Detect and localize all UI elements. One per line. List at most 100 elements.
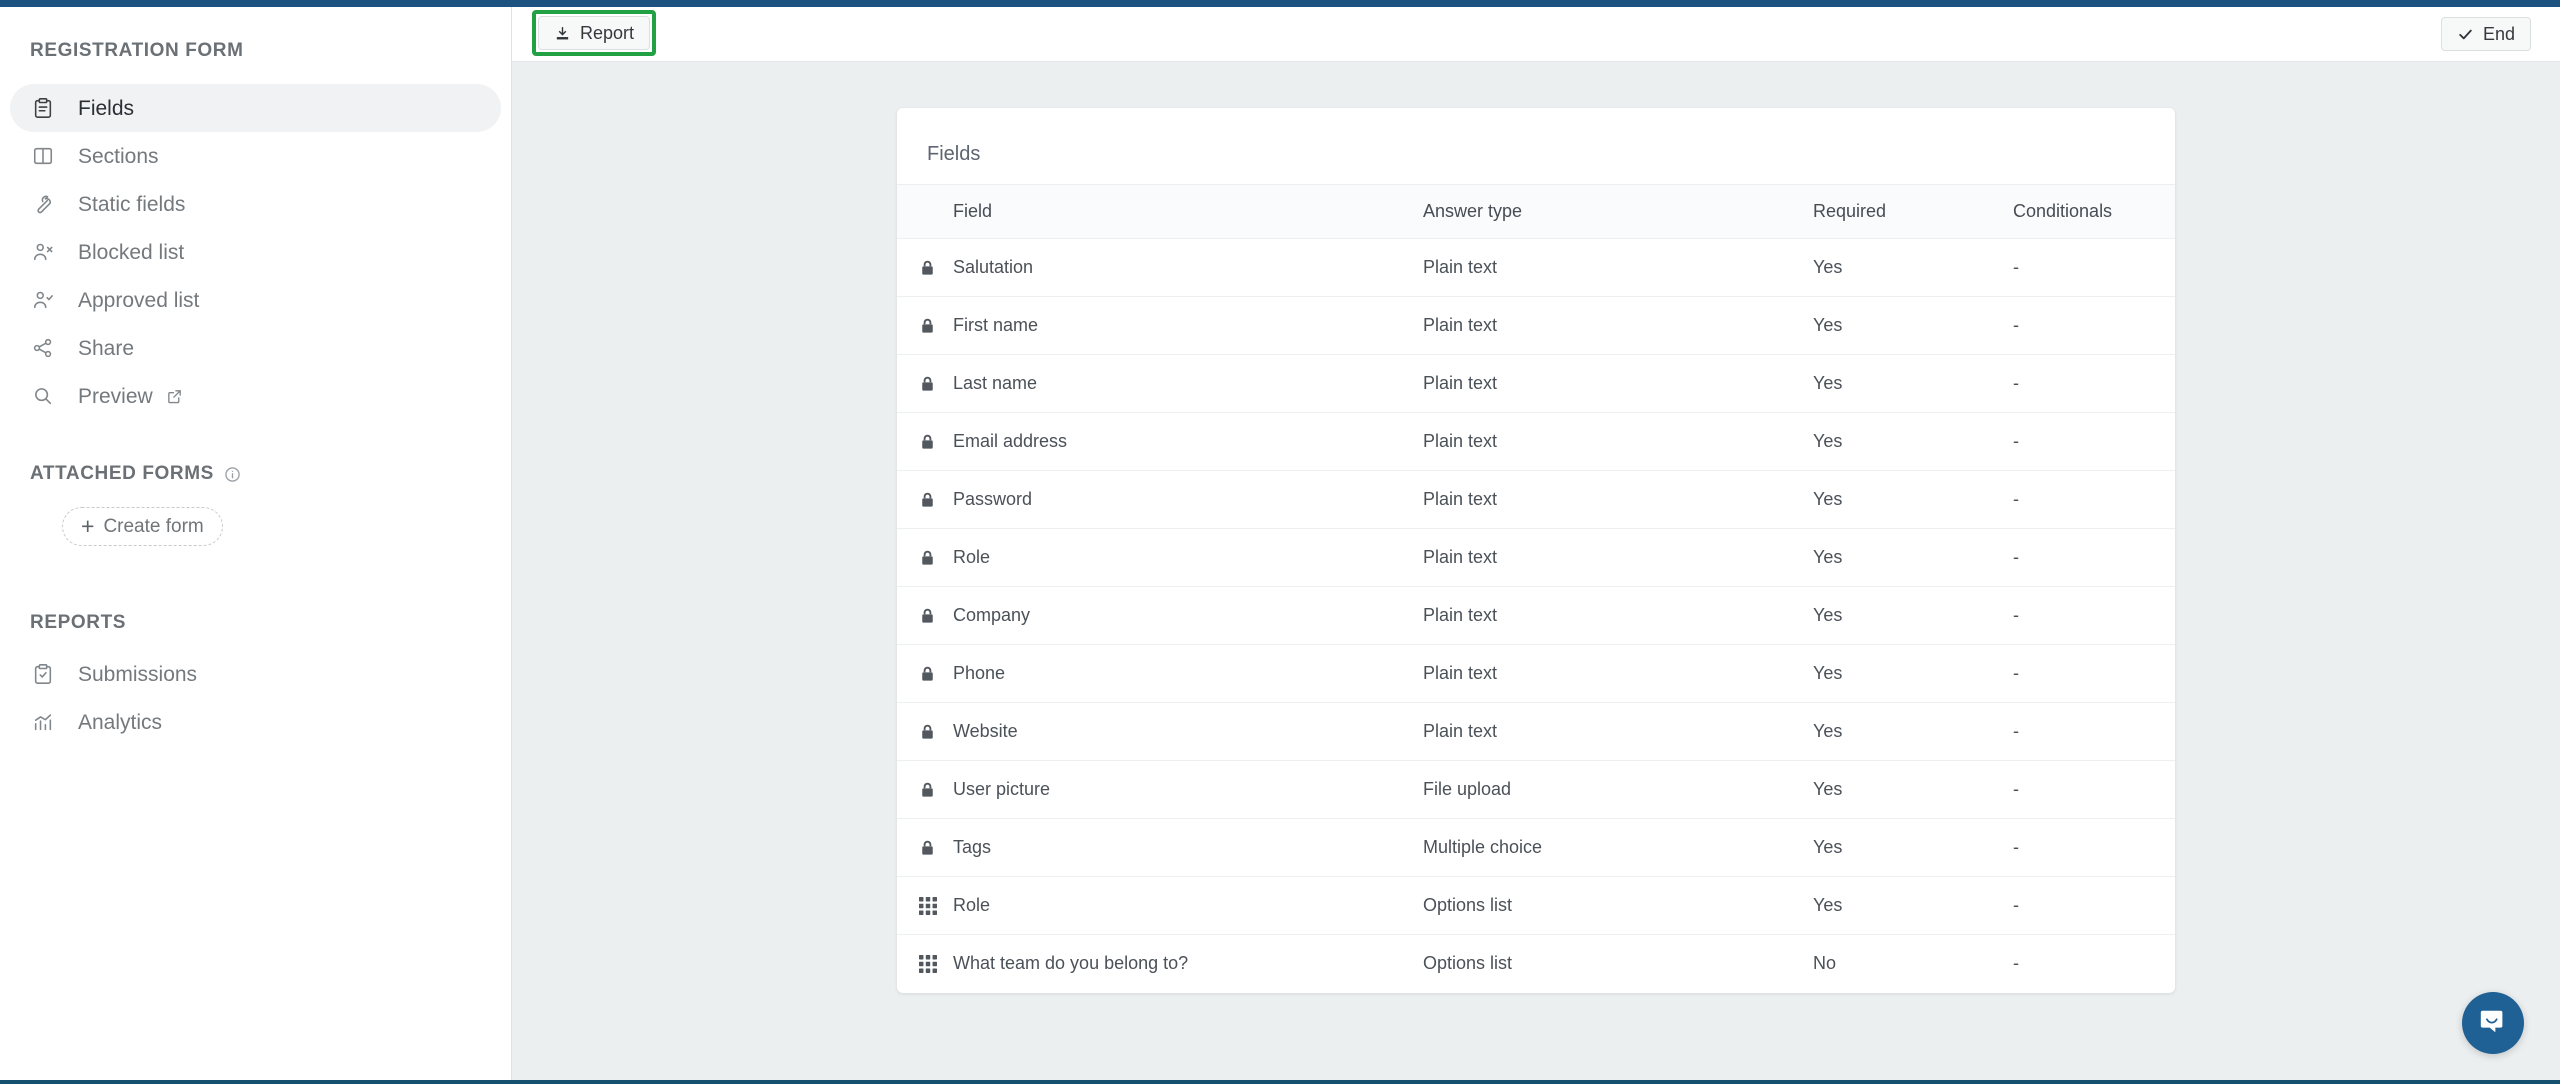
table-row[interactable]: Email address Plain text Yes - — [897, 412, 2175, 471]
sidebar-item-approved-list[interactable]: Approved list — [10, 276, 501, 324]
grid-icon — [919, 954, 953, 973]
lock-icon — [919, 548, 953, 568]
cell-conditionals: - — [2013, 760, 2175, 819]
cell-required: No — [1813, 953, 1837, 974]
cell-required: Yes — [1813, 586, 2013, 645]
sidebar-item-label: Approved list — [78, 288, 200, 312]
clipboard-check-icon — [30, 661, 56, 687]
sidebar-item-submissions[interactable]: Submissions — [10, 650, 501, 698]
cell-answer-type: Plain text — [1423, 586, 1813, 645]
reports-nav: Submissions Analytics — [0, 650, 511, 746]
table-row[interactable]: First name Plain text Yes - — [897, 296, 2175, 355]
cell-conditionals: - — [2013, 953, 2019, 974]
sidebar-item-sections[interactable]: Sections — [10, 132, 501, 180]
cell-conditionals: - — [2013, 528, 2175, 587]
cell-field: Company — [953, 586, 1423, 645]
table-row[interactable]: Tags Multiple choice Yes - — [897, 818, 2175, 877]
cell-conditionals: - — [2013, 296, 2175, 355]
page-title: REGISTRATION FORM — [30, 40, 244, 61]
sidebar-item-label: Blocked list — [78, 240, 185, 264]
cell-field-type-icon — [897, 470, 953, 529]
reports-heading-row: REPORTS — [0, 612, 511, 634]
wrench-icon — [30, 191, 56, 217]
cell-conditionals: - — [2013, 238, 2175, 297]
table-row[interactable]: Role Options list Yes - — [897, 876, 2175, 935]
sidebar-item-share[interactable]: Share — [10, 324, 501, 372]
cell-required: Yes — [1813, 818, 2013, 877]
cell-field-type-icon — [897, 354, 953, 413]
cell-required: Yes — [1813, 528, 2013, 587]
cell-conditionals: - — [2013, 818, 2175, 877]
column-header-conditionals[interactable]: Conditionals — [2013, 184, 2175, 239]
attached-forms-heading-row: ATTACHED FORMS — [0, 463, 511, 485]
cell-conditionals: - — [2013, 412, 2175, 471]
table-header-row: Field Answer type Required Conditionals — [897, 184, 2175, 239]
cell-field: Last name — [953, 354, 1423, 413]
clipboard-icon — [30, 95, 56, 121]
cell-required: Yes — [1813, 760, 2013, 819]
end-button-label: End — [2482, 23, 2515, 44]
table-row[interactable]: Salutation Plain text Yes - — [897, 238, 2175, 297]
end-button[interactable]: End — [2440, 17, 2531, 51]
cell-answer-type: Plain text — [1423, 470, 1813, 529]
column-header-icon — [897, 184, 953, 239]
search-icon — [30, 383, 56, 409]
cell-field: Role — [953, 528, 1423, 587]
sidebar-item-static-fields[interactable]: Static fields — [10, 180, 501, 228]
lock-icon — [919, 722, 953, 742]
table-row[interactable]: Website Plain text Yes - — [897, 702, 2175, 761]
cell-conditionals: - — [2013, 354, 2175, 413]
cell-answer-type: Options list — [1423, 876, 1813, 935]
top-accent-bar — [0, 0, 2560, 7]
chat-smile-icon — [2478, 1006, 2508, 1041]
cell-answer-type: Plain text — [1423, 528, 1813, 587]
bar-chart-icon — [30, 709, 56, 735]
cell-required: Yes — [1813, 238, 2013, 297]
cell-required: Yes — [1813, 644, 2013, 703]
lock-icon — [919, 316, 953, 336]
top-toolbar: Report End — [512, 7, 2560, 62]
sidebar-item-fields[interactable]: Fields — [10, 84, 501, 132]
report-button[interactable]: Report — [538, 16, 651, 50]
cell-field-type-icon — [897, 296, 953, 355]
app-root: REGISTRATION FORM Fields Sections Static… — [0, 0, 2560, 1084]
table-row[interactable]: Last name Plain text Yes - — [897, 354, 2175, 413]
cell-field-type-icon — [897, 528, 953, 587]
column-header-required[interactable]: Required — [1813, 184, 2013, 239]
cell-field: Website — [953, 702, 1423, 761]
table-row[interactable]: What team do you belong to? Options list N… — [897, 935, 2175, 993]
column-header-field[interactable]: Field — [953, 184, 1423, 239]
table-row[interactable]: User picture File upload Yes - — [897, 760, 2175, 819]
table-row[interactable]: Role Plain text Yes - — [897, 528, 2175, 587]
cell-field-type-icon — [897, 412, 953, 471]
bottom-accent-bar — [0, 1080, 2560, 1084]
column-header-answer-type[interactable]: Answer type — [1423, 184, 1813, 239]
download-icon — [554, 25, 571, 42]
sidebar-item-label: Sections — [78, 144, 159, 168]
cell-answer-type: Plain text — [1423, 354, 1813, 413]
table-row[interactable]: Password Plain text Yes - — [897, 470, 2175, 529]
fields-card: Fields Field Answer type Required Condit… — [897, 108, 2175, 993]
card-title: Fields — [927, 143, 981, 165]
cell-field: User picture — [953, 760, 1423, 819]
sidebar-item-label: Static fields — [78, 192, 186, 216]
cell-field: Email address — [953, 412, 1423, 471]
cell-field-type-icon — [897, 238, 953, 297]
create-form-label: Create form — [103, 515, 204, 537]
cell-field: Password — [953, 470, 1423, 529]
cell-conditionals: - — [2013, 876, 2175, 935]
sidebar-item-label: Preview — [78, 384, 153, 408]
create-form-button[interactable]: + Create form — [62, 507, 223, 546]
sidebar-item-analytics[interactable]: Analytics — [10, 698, 501, 746]
sidebar-item-preview[interactable]: Preview — [10, 372, 501, 420]
info-icon[interactable] — [224, 466, 241, 483]
table-row[interactable]: Phone Plain text Yes - — [897, 644, 2175, 703]
cell-field-type-icon — [897, 876, 953, 935]
chat-launcher-button[interactable] — [2462, 992, 2524, 1054]
cell-field-type-icon — [897, 586, 953, 645]
sidebar-item-blocked-list[interactable]: Blocked list — [10, 228, 501, 276]
sidebar-item-label: Share — [78, 336, 135, 360]
table-row[interactable]: Company Plain text Yes - — [897, 586, 2175, 645]
cell-required: Yes — [1813, 876, 2013, 935]
cell-field: Salutation — [953, 238, 1423, 297]
